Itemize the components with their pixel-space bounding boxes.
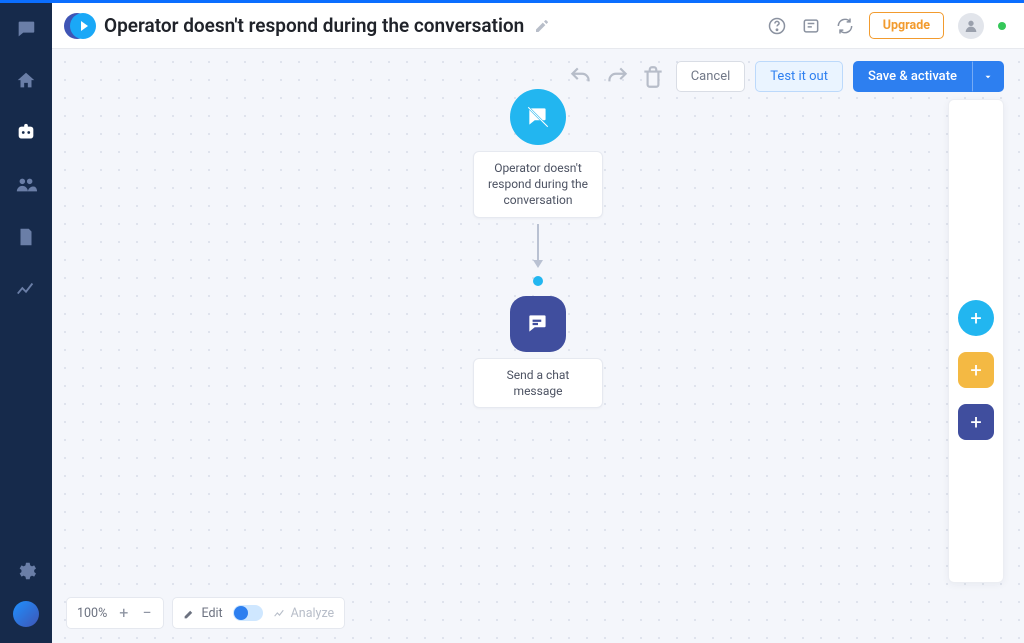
test-button[interactable]: Test it out: [755, 61, 843, 92]
undo-icon[interactable]: [568, 64, 594, 90]
edit-mode-toggle[interactable]: Edit: [183, 606, 222, 621]
page-title: Operator doesn't respond during the conv…: [104, 14, 524, 37]
nav-people-icon[interactable]: [14, 173, 38, 197]
edit-mode-label: Edit: [201, 606, 222, 621]
brand-logo[interactable]: [64, 11, 94, 41]
flow-canvas[interactable]: Cancel Test it out Save & activate Opera…: [52, 49, 1024, 643]
delete-icon[interactable]: [640, 64, 666, 90]
zoom-card: 100% + −: [66, 597, 164, 629]
add-trigger-button[interactable]: +: [958, 300, 994, 336]
redo-icon[interactable]: [604, 64, 630, 90]
brand-mini-logo[interactable]: [13, 601, 39, 627]
nav-home-icon[interactable]: [14, 69, 38, 93]
zoom-in-button[interactable]: +: [117, 605, 130, 621]
flow-column: Operator doesn't respond during the conv…: [473, 89, 603, 408]
upgrade-button[interactable]: Upgrade: [869, 12, 944, 39]
avatar[interactable]: [958, 13, 984, 39]
zoom-value: 100%: [77, 606, 107, 621]
mode-switch[interactable]: [233, 605, 263, 621]
mode-card: Edit Analyze: [172, 597, 345, 629]
cancel-button[interactable]: Cancel: [676, 61, 746, 92]
nav-bot-icon[interactable]: [14, 121, 38, 145]
nav-settings-icon[interactable]: [14, 559, 38, 583]
header-bar: Operator doesn't respond during the conv…: [52, 3, 1024, 49]
edit-title-icon[interactable]: [534, 18, 550, 34]
flow-connector: [537, 224, 539, 266]
nav-analytics-icon[interactable]: [14, 277, 38, 301]
trigger-node[interactable]: [510, 89, 566, 145]
save-dropdown-caret[interactable]: [972, 61, 1004, 92]
flow-connector-dot[interactable]: [533, 276, 543, 286]
nav-docs-icon[interactable]: [14, 225, 38, 249]
left-sidebar: [0, 3, 52, 643]
add-action-button[interactable]: +: [958, 404, 994, 440]
action-node-label[interactable]: Send a chat message: [473, 358, 603, 408]
refresh-icon[interactable]: [835, 16, 855, 36]
whats-new-icon[interactable]: [801, 16, 821, 36]
analyze-mode-label: Analyze: [291, 606, 335, 621]
nav-chat-icon[interactable]: [14, 17, 38, 41]
bottom-controls: 100% + − Edit Analyze: [66, 597, 345, 629]
canvas-toolbar: Cancel Test it out Save & activate: [568, 61, 1004, 92]
add-condition-button[interactable]: +: [958, 352, 994, 388]
zoom-out-button[interactable]: −: [140, 605, 153, 621]
help-icon[interactable]: [767, 16, 787, 36]
trigger-node-label[interactable]: Operator doesn't respond during the conv…: [473, 151, 603, 218]
save-activate-button[interactable]: Save & activate: [853, 61, 972, 92]
add-node-palette: + + +: [948, 99, 1004, 583]
action-node[interactable]: [510, 296, 566, 352]
online-status-dot: [998, 22, 1006, 30]
analyze-mode-toggle[interactable]: Analyze: [273, 606, 335, 621]
